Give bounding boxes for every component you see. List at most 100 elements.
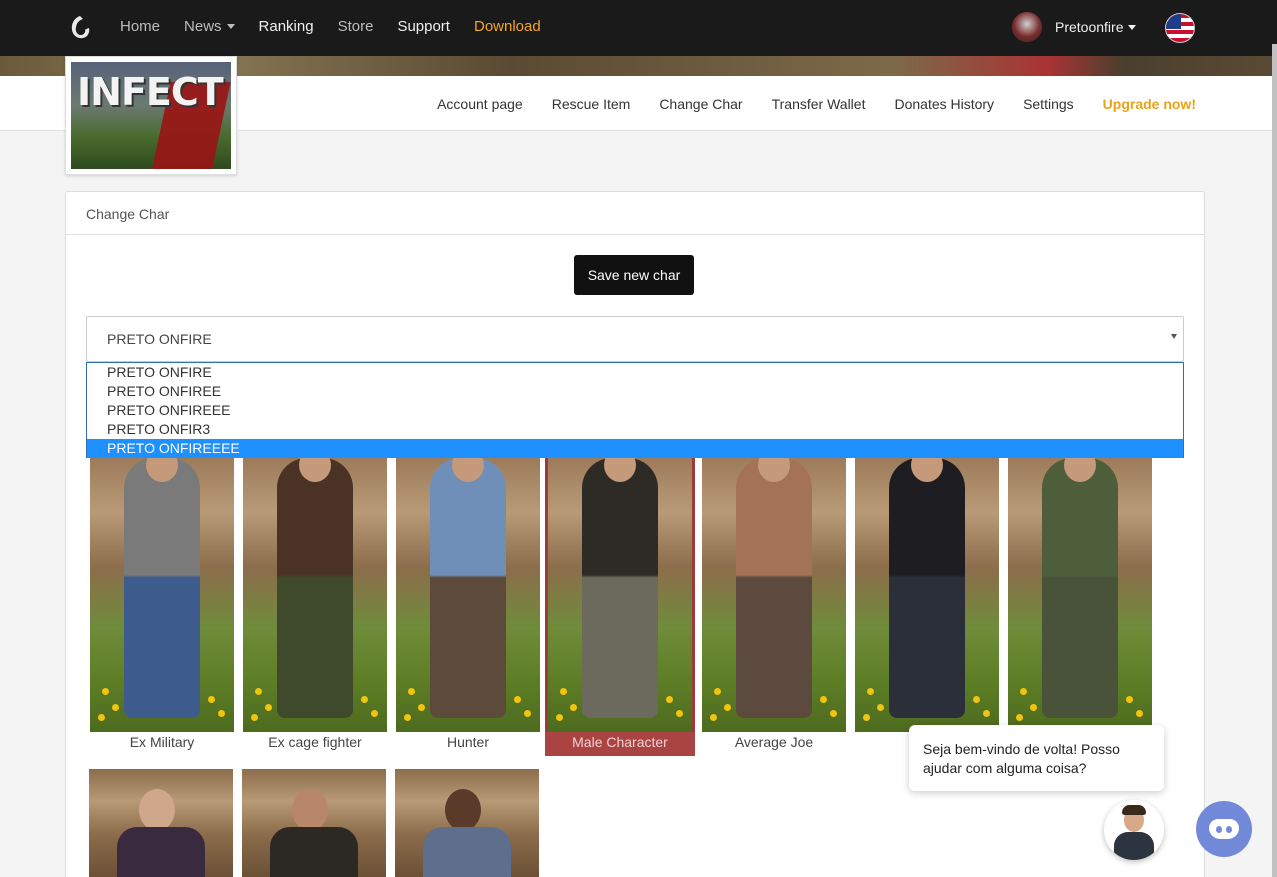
character-portrait [396, 458, 540, 732]
save-new-char-button[interactable]: Save new char [574, 255, 694, 295]
character-name: Ex Military [129, 734, 195, 750]
chevron-down-icon [226, 24, 235, 30]
flower-decoration [830, 710, 837, 717]
subnav-rescue-item[interactable]: Rescue Item [552, 96, 631, 112]
character-portrait [855, 458, 999, 732]
character-outfit [117, 827, 205, 877]
flower-decoration [265, 704, 272, 711]
character-figure [124, 458, 200, 718]
flower-decoration [112, 704, 119, 711]
subnav-donates-history[interactable]: Donates History [894, 96, 994, 112]
character-portrait [90, 458, 234, 732]
subnav-upgrade[interactable]: Upgrade now! [1103, 96, 1196, 112]
flower-decoration [102, 688, 109, 695]
server-logo-image: INFECT [71, 62, 231, 169]
character-portrait [292, 789, 328, 831]
character-name: Ex cage fighter [268, 734, 362, 750]
flower-decoration [676, 710, 683, 717]
character-portrait [545, 455, 695, 735]
character-name: Average Joe [734, 734, 814, 750]
chevron-down-icon [1128, 24, 1137, 30]
subnav-transfer-wallet[interactable]: Transfer Wallet [772, 96, 866, 112]
character-portrait [243, 458, 387, 732]
character-select-value: PRETO ONFIRE [107, 331, 212, 347]
nav-news[interactable]: News [184, 18, 235, 35]
site-logo-icon[interactable] [68, 14, 92, 40]
flower-decoration [560, 688, 567, 695]
discord-logo-shape [1209, 819, 1239, 839]
main-nav: Home News Ranking Store Support Download [120, 0, 565, 52]
agent-suit [1114, 832, 1154, 860]
nav-download[interactable]: Download [474, 18, 541, 35]
flower-decoration [863, 714, 870, 721]
flower-decoration [514, 696, 521, 703]
flower-decoration [710, 714, 717, 721]
nav-news-label: News [184, 17, 222, 35]
language-flag-icon[interactable] [1165, 13, 1195, 43]
flower-decoration [371, 710, 378, 717]
character-figure [889, 458, 965, 718]
dropdown-option[interactable]: PRETO ONFIR3 [87, 420, 1183, 439]
character-figure [430, 458, 506, 718]
character-card[interactable] [395, 769, 539, 877]
character-card[interactable] [242, 769, 386, 877]
character-figure [277, 458, 353, 718]
flower-decoration [361, 696, 368, 703]
flower-decoration [208, 696, 215, 703]
flower-decoration [867, 688, 874, 695]
subnav-settings[interactable]: Settings [1023, 96, 1074, 112]
flower-decoration [877, 704, 884, 711]
flower-decoration [556, 714, 563, 721]
chat-welcome-bubble[interactable]: Seja bem-vindo de volta! Posso ajudar co… [909, 725, 1164, 791]
flower-decoration [983, 710, 990, 717]
username: Pretoonfire [1055, 19, 1124, 35]
subnav-account-page[interactable]: Account page [437, 96, 523, 112]
flower-decoration [1016, 714, 1023, 721]
flower-decoration [714, 688, 721, 695]
discord-logo-eye [1216, 826, 1222, 833]
flower-decoration [1030, 704, 1037, 711]
dropdown-option[interactable]: PRETO ONFIREE [87, 382, 1183, 401]
character-figure [1042, 458, 1118, 718]
flower-decoration [408, 688, 415, 695]
nav-support[interactable]: Support [397, 18, 450, 35]
character-outfit [270, 827, 358, 877]
flower-decoration [418, 704, 425, 711]
dropdown-option[interactable]: PRETO ONFIREEE [87, 401, 1183, 420]
top-navbar: Home News Ranking Store Support Download… [0, 0, 1277, 56]
server-logo[interactable]: INFECT [65, 56, 237, 175]
character-outfit [423, 827, 511, 877]
character-figure [736, 458, 812, 718]
page-scrollbar[interactable] [1272, 44, 1277, 877]
discord-icon[interactable] [1196, 801, 1252, 857]
discord-logo-eye [1226, 826, 1232, 833]
agent-hair [1122, 805, 1146, 815]
character-select[interactable]: PRETO ONFIRE [86, 316, 1184, 362]
panel-title: Change Char [66, 192, 1204, 235]
support-agent-avatar[interactable] [1104, 800, 1164, 860]
dropdown-option-selected[interactable]: PRETO ONFIREEEE [87, 439, 1183, 458]
character-name: Hunter [446, 734, 490, 750]
flower-decoration [524, 710, 531, 717]
character-card[interactable] [89, 769, 233, 877]
flower-decoration [1126, 696, 1133, 703]
flower-decoration [666, 696, 673, 703]
subnav-change-char[interactable]: Change Char [659, 96, 742, 112]
character-select-dropdown: PRETO ONFIRE PRETO ONFIREE PRETO ONFIREE… [86, 362, 1184, 458]
avatar [1012, 12, 1042, 42]
nav-store[interactable]: Store [338, 18, 374, 35]
dropdown-arrow-icon [1171, 334, 1177, 339]
character-portrait [139, 789, 175, 831]
flower-decoration [98, 714, 105, 721]
flower-decoration [820, 696, 827, 703]
flower-decoration [570, 704, 577, 711]
flower-decoration [255, 688, 262, 695]
dropdown-option[interactable]: PRETO ONFIRE [87, 363, 1183, 382]
server-logo-text: INFECT [77, 70, 224, 114]
flower-decoration [1136, 710, 1143, 717]
user-menu[interactable]: Pretoonfire [1012, 12, 1137, 42]
nav-home[interactable]: Home [120, 18, 160, 35]
character-name: Male Character [572, 734, 668, 750]
nav-ranking[interactable]: Ranking [259, 18, 314, 35]
flower-decoration [973, 696, 980, 703]
